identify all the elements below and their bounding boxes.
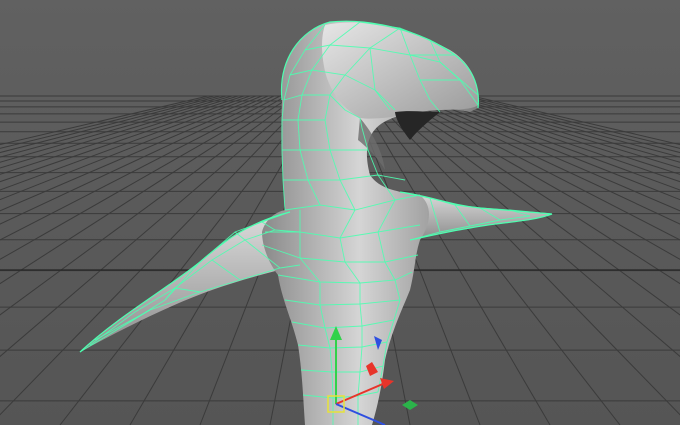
grid-line [417,95,680,201]
grid-line [411,95,680,212]
grid-line [0,95,209,146]
grid-line [0,95,227,158]
grid-line [447,95,680,163]
creature-mesh[interactable] [79,20,553,425]
grid-line [0,95,221,154]
viewport-scene[interactable] [0,0,680,425]
grid-line [0,95,233,163]
3d-viewport[interactable] [0,0,680,425]
mesh-head[interactable] [322,22,479,119]
grid-line [471,95,680,146]
manip-x-arrow [380,378,394,389]
grid-line [459,95,680,154]
grid-line [453,95,680,158]
manip-plane-handle [402,400,418,410]
